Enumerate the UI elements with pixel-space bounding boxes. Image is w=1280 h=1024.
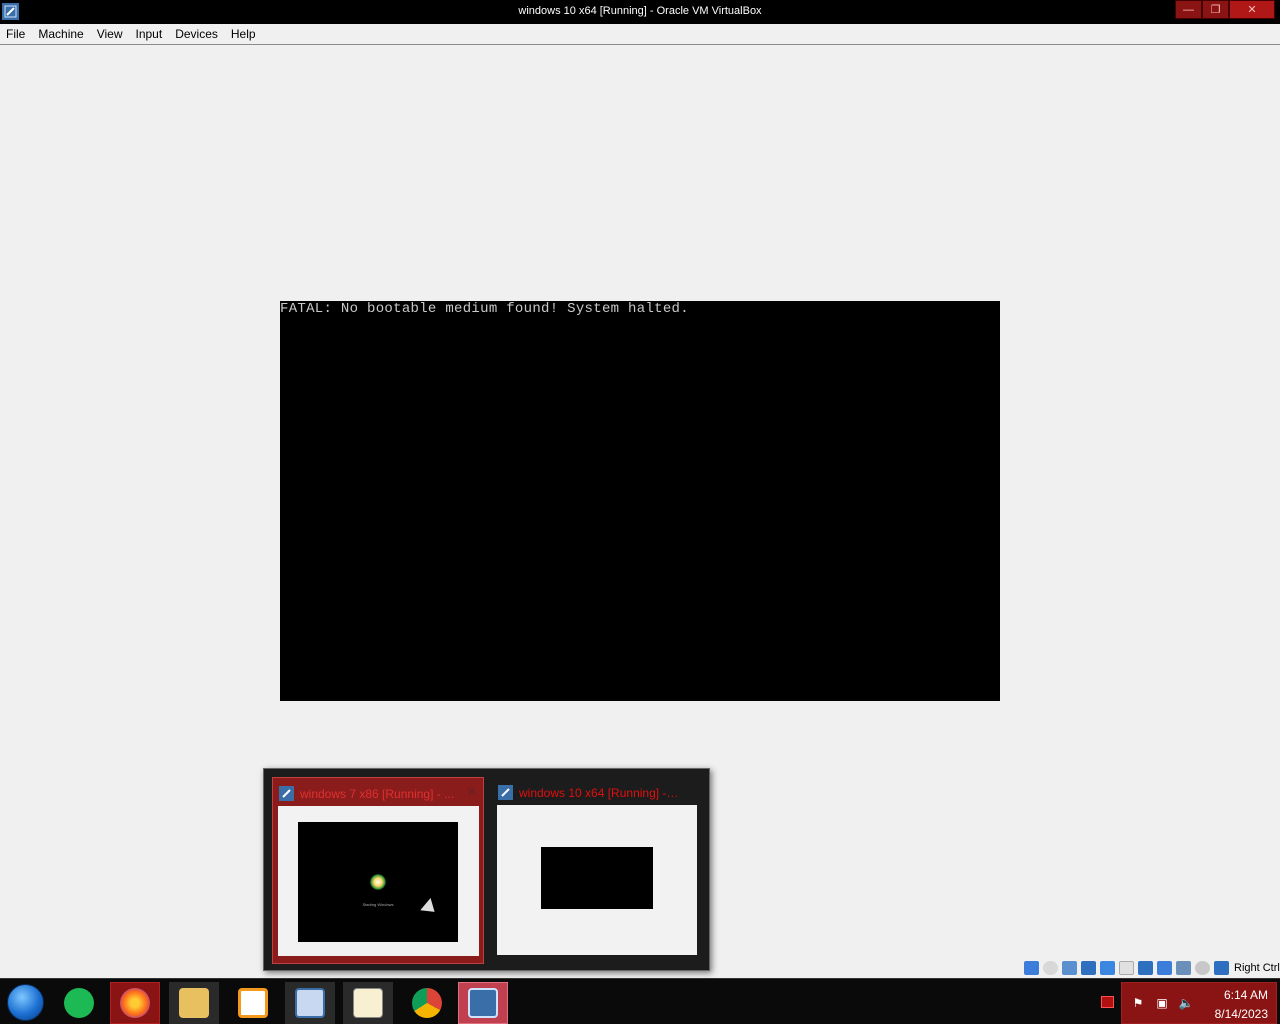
system-tray: ⚑ ▣ 🔈 6:14 AM 8/14/2023 <box>1121 982 1277 1024</box>
taskbar-app-chrome[interactable] <box>402 982 452 1024</box>
action-center-flag-icon[interactable]: ⚑ <box>1130 996 1146 1012</box>
mini-vm-screen: Starting Windows <box>298 822 458 942</box>
starting-windows-text: Starting Windows <box>362 902 394 907</box>
thumbnail-windows-10[interactable]: windows 10 x64 [Running] - Ora... <box>492 777 704 964</box>
hex-editor-icon <box>353 988 383 1018</box>
taskbar-app-vmware[interactable] <box>228 982 278 1024</box>
taskbar: ⚑ ▣ 🔈 6:14 AM 8/14/2023 <box>0 978 1280 1024</box>
menu-help[interactable]: Help <box>231 27 256 41</box>
taskbar-thumbnail-preview: windows 7 x86 [Running] - ... ✕ Starting… <box>263 768 710 971</box>
host-key-label: Right Ctrl <box>1234 961 1280 974</box>
restore-icon: ❐ <box>1210 4 1221 16</box>
menu-devices[interactable]: Devices <box>175 27 218 41</box>
cpu-virtualization-icon[interactable] <box>1176 960 1191 975</box>
clock-time[interactable]: 6:14 AM <box>1224 988 1268 1002</box>
menu-machine[interactable]: Machine <box>38 27 83 41</box>
minimize-button[interactable]: — <box>1175 0 1202 19</box>
vm-display[interactable]: FATAL: No bootable medium found! System … <box>280 301 1000 701</box>
taskbar-app-notes[interactable] <box>54 982 104 1024</box>
thumbnail-content <box>497 805 697 955</box>
video-capture-icon[interactable] <box>1157 960 1172 975</box>
windows-logo-icon <box>370 874 386 890</box>
window-title: windows 10 x64 [Running] - Oracle VM Vir… <box>518 5 762 17</box>
close-button[interactable]: ✕ <box>1229 0 1275 19</box>
taskbar-app-firefox[interactable] <box>110 982 160 1024</box>
taskbar-app-hxd[interactable] <box>343 982 393 1024</box>
close-icon: ✕ <box>1247 4 1257 16</box>
vm-status-bar: Right Ctrl <box>1024 959 1280 976</box>
chrome-icon <box>412 988 442 1018</box>
vmware-icon <box>238 988 268 1018</box>
shared-folders-icon[interactable] <box>1119 960 1134 975</box>
mini-vm-screen <box>541 847 653 909</box>
network-icon[interactable] <box>1081 960 1096 975</box>
thumbnail-title: windows 10 x64 [Running] - Ora... <box>519 786 679 800</box>
audio-icon[interactable] <box>1062 960 1077 975</box>
virtualbox-icon <box>498 785 513 800</box>
network-icon[interactable]: ▣ <box>1154 996 1170 1012</box>
menu-file[interactable]: File <box>6 27 25 41</box>
menu-bar: File Machine View Input Devices Help <box>0 24 1280 45</box>
hard-disk-icon[interactable] <box>1024 960 1039 975</box>
keyboard-capture-icon[interactable] <box>1214 960 1229 975</box>
virtualbox-icon <box>279 786 294 801</box>
taskbar-app-file-explorer[interactable] <box>169 982 219 1024</box>
close-icon[interactable]: ✕ <box>466 784 477 800</box>
thumbnail-windows-7[interactable]: windows 7 x86 [Running] - ... ✕ Starting… <box>272 777 484 964</box>
optical-drive-icon[interactable] <box>1043 960 1058 975</box>
firefox-icon <box>120 988 150 1018</box>
show-hidden-icons-icon[interactable] <box>1101 996 1114 1008</box>
start-button[interactable] <box>7 984 44 1021</box>
taskbar-app-virtualbox-manager[interactable] <box>285 982 335 1024</box>
thumbnail-title: windows 7 x86 [Running] - ... <box>300 787 455 801</box>
virtualbox-manager-icon <box>295 988 325 1018</box>
maximize-button[interactable]: ❐ <box>1202 0 1229 19</box>
cursor-icon <box>420 898 440 918</box>
folder-icon <box>179 988 209 1018</box>
title-bar: windows 10 x64 [Running] - Oracle VM Vir… <box>0 0 1280 24</box>
menu-view[interactable]: View <box>97 27 123 41</box>
volume-icon[interactable]: 🔈 <box>1178 996 1194 1012</box>
usb-icon[interactable] <box>1100 960 1115 975</box>
minimize-icon: — <box>1183 3 1194 16</box>
display-icon[interactable] <box>1138 960 1153 975</box>
taskbar-app-virtualbox-vm[interactable] <box>458 982 508 1024</box>
notes-app-icon <box>64 988 94 1018</box>
menu-input[interactable]: Input <box>136 27 163 41</box>
virtualbox-icon <box>468 988 498 1018</box>
boot-error-message: FATAL: No bootable medium found! System … <box>280 301 689 317</box>
mouse-integration-icon[interactable] <box>1195 960 1210 975</box>
clock-date[interactable]: 8/14/2023 <box>1215 1007 1268 1021</box>
thumbnail-content: Starting Windows <box>278 806 479 956</box>
